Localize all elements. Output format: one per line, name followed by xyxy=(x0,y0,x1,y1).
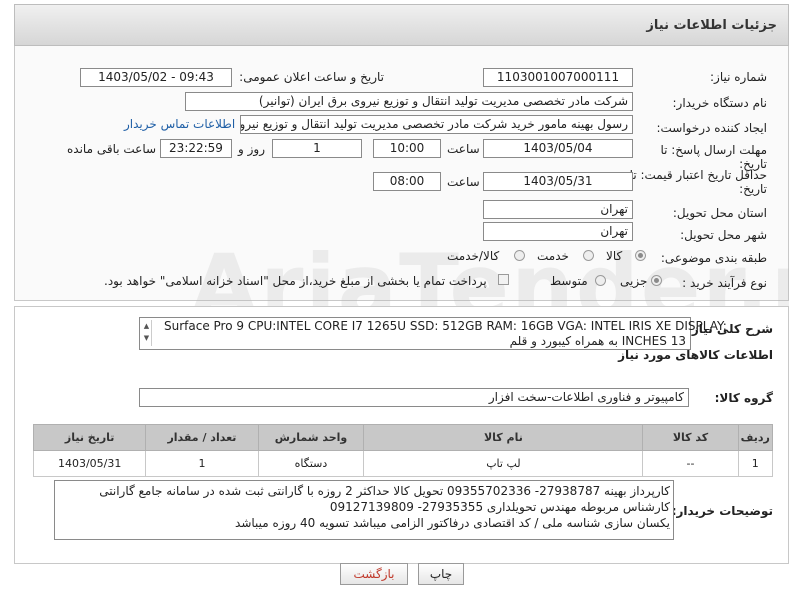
cell-date: 1403/05/31 xyxy=(32,450,147,477)
col-unit-header: واحد شمارش xyxy=(257,424,365,451)
goods-group-field: کامپیوتر و فناوری اطلاعات-سخت افزار xyxy=(139,388,689,407)
validity-label-date: تاریخ: xyxy=(739,182,767,196)
print-button[interactable]: چاپ xyxy=(418,563,464,585)
table-header-row: ردیف کد کالا نام کالا واحد شمارش تعداد /… xyxy=(32,424,774,451)
category-radio-goods[interactable] xyxy=(635,250,646,261)
days-field: 1 xyxy=(272,139,362,158)
goods-group-label: گروه کالا: xyxy=(714,391,773,405)
validity-label: حداقل تاریخ اعتبار قیمت: تا xyxy=(629,168,767,182)
validity-time-label: ساعت xyxy=(447,175,480,189)
category-label: طبقه بندی موضوعی: xyxy=(660,251,767,265)
items-table: ردیف کد کالا نام کالا واحد شمارش تعداد /… xyxy=(32,424,774,477)
need-number-label: شماره نیاز: xyxy=(710,70,767,84)
col-row-header: ردیف xyxy=(737,424,774,451)
process-option-medium: متوسط xyxy=(550,274,588,288)
process-radio-medium[interactable] xyxy=(595,275,606,286)
cell-name: لپ تاپ xyxy=(363,450,644,477)
description-scrollbar[interactable]: ▲ ▼ xyxy=(142,320,152,346)
buyer-label: نام دستگاه خریدار: xyxy=(672,96,768,110)
page-title: جزئیات اطلاعات نیاز xyxy=(646,18,777,33)
remaining-time-field: 23:22:59 xyxy=(160,139,232,158)
category-option-service: خدمت xyxy=(537,249,569,263)
description-line-1: Surface Pro 9 CPU:INTEL CORE I7 1265U SS… xyxy=(164,319,727,333)
creator-field: رسول بهینه مامور خرید شرکت مادر تخصصی مد… xyxy=(240,115,633,134)
buyer-notes-box: کارپرداز بهینه 27938787- 09355702336 تحو… xyxy=(54,480,674,540)
category-radio-service[interactable] xyxy=(583,250,594,261)
city-field: تهران xyxy=(483,222,633,241)
buyer-notes-line-3: یکسان سازی شناسه ملی / کد اقتصادی درفاکت… xyxy=(235,516,670,530)
cell-unit: دستگاه xyxy=(257,450,365,477)
city-label: شهر محل تحویل: xyxy=(680,228,767,242)
need-number-field: 1103001007000111 xyxy=(483,68,633,87)
creator-label: ایجاد کننده درخواست: xyxy=(656,121,767,135)
col-qty-header: تعداد / مقدار xyxy=(145,424,259,451)
process-radio-minor[interactable] xyxy=(651,275,662,286)
deadline-time-field: 10:00 xyxy=(373,139,441,158)
category-option-both: کالا/خدمت xyxy=(447,249,500,263)
process-label: نوع فرآیند خرید : xyxy=(682,276,767,290)
remaining-label: ساعت باقی مانده xyxy=(67,142,157,156)
table-row: 1 -- لپ تاپ دستگاه 1 1403/05/31 xyxy=(32,450,774,477)
back-button[interactable]: بازگشت xyxy=(340,563,408,585)
contact-info-link[interactable]: اطلاعات تماس خریدار xyxy=(124,117,235,131)
col-date-header: تاریخ نیاز xyxy=(32,424,147,451)
cell-row: 1 xyxy=(737,450,774,477)
treasury-checkbox[interactable] xyxy=(498,274,509,285)
process-option-minor: جزیی xyxy=(620,274,648,288)
cell-qty: 1 xyxy=(145,450,259,477)
description-box: ▲ ▼ Surface Pro 9 CPU:INTEL CORE I7 1265U… xyxy=(139,317,727,350)
treasury-note: پرداخت تمام یا بخشی از مبلغ خرید،از محل … xyxy=(104,274,487,288)
category-radio-both[interactable] xyxy=(514,250,525,261)
cell-code: -- xyxy=(642,450,739,477)
category-option-goods: کالا xyxy=(606,249,623,263)
buyer-notes-label: توضیحات خریدار: xyxy=(671,504,773,518)
buyer-field: شرکت مادر تخصصی مدیریت تولید انتقال و تو… xyxy=(185,92,633,111)
validity-date-field: 1403/05/31 xyxy=(483,172,633,191)
announce-field: 1403/05/02 - 09:43 xyxy=(80,68,232,87)
buyer-notes-line-2: کارشناس مربوطه مهندس تحویلداری 27935355-… xyxy=(329,500,670,514)
buyer-notes-line-1: کارپرداز بهینه 27938787- 09355702336 تحو… xyxy=(99,484,670,498)
description-line-2: 13 INCHES به همراه کیبورد و قلم xyxy=(509,334,686,348)
deadline-date-field: 1403/05/04 xyxy=(483,139,633,158)
deadline-label: مهلت ارسال پاسخ: تا xyxy=(660,143,767,157)
province-field: تهران xyxy=(483,200,633,219)
validity-time-field: 08:00 xyxy=(373,172,441,191)
days-label: روز و xyxy=(238,142,265,156)
announce-label: تاریخ و ساعت اعلان عمومی: xyxy=(239,70,384,84)
goods-info-title: اطلاعات کالاهای مورد نیاز xyxy=(618,348,773,362)
col-name-header: نام کالا xyxy=(363,424,644,451)
deadline-time-label: ساعت xyxy=(447,142,480,156)
col-code-header: کد کالا xyxy=(642,424,739,451)
province-label: استان محل تحویل: xyxy=(672,206,767,220)
